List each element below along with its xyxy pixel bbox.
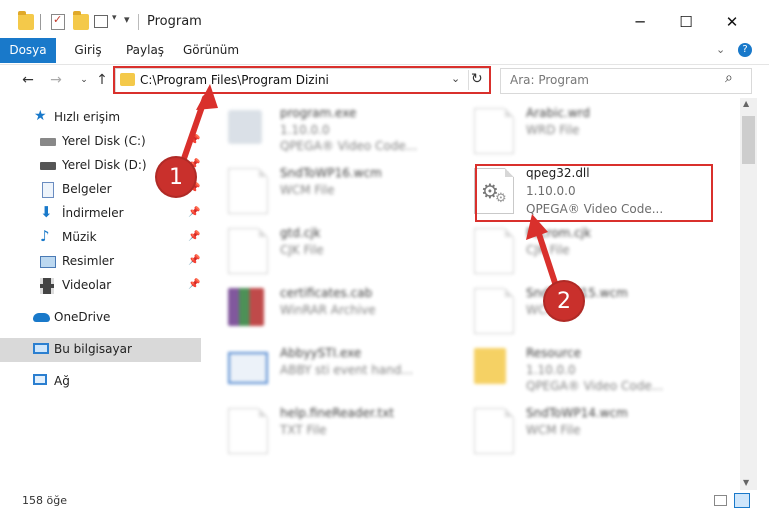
arrow-2-line [534, 225, 561, 295]
arrow-1-head [196, 84, 218, 110]
step-badge-1: 1 [157, 158, 195, 196]
annotation-arrows [177, 84, 561, 295]
step-badge-2: 2 [545, 282, 583, 320]
